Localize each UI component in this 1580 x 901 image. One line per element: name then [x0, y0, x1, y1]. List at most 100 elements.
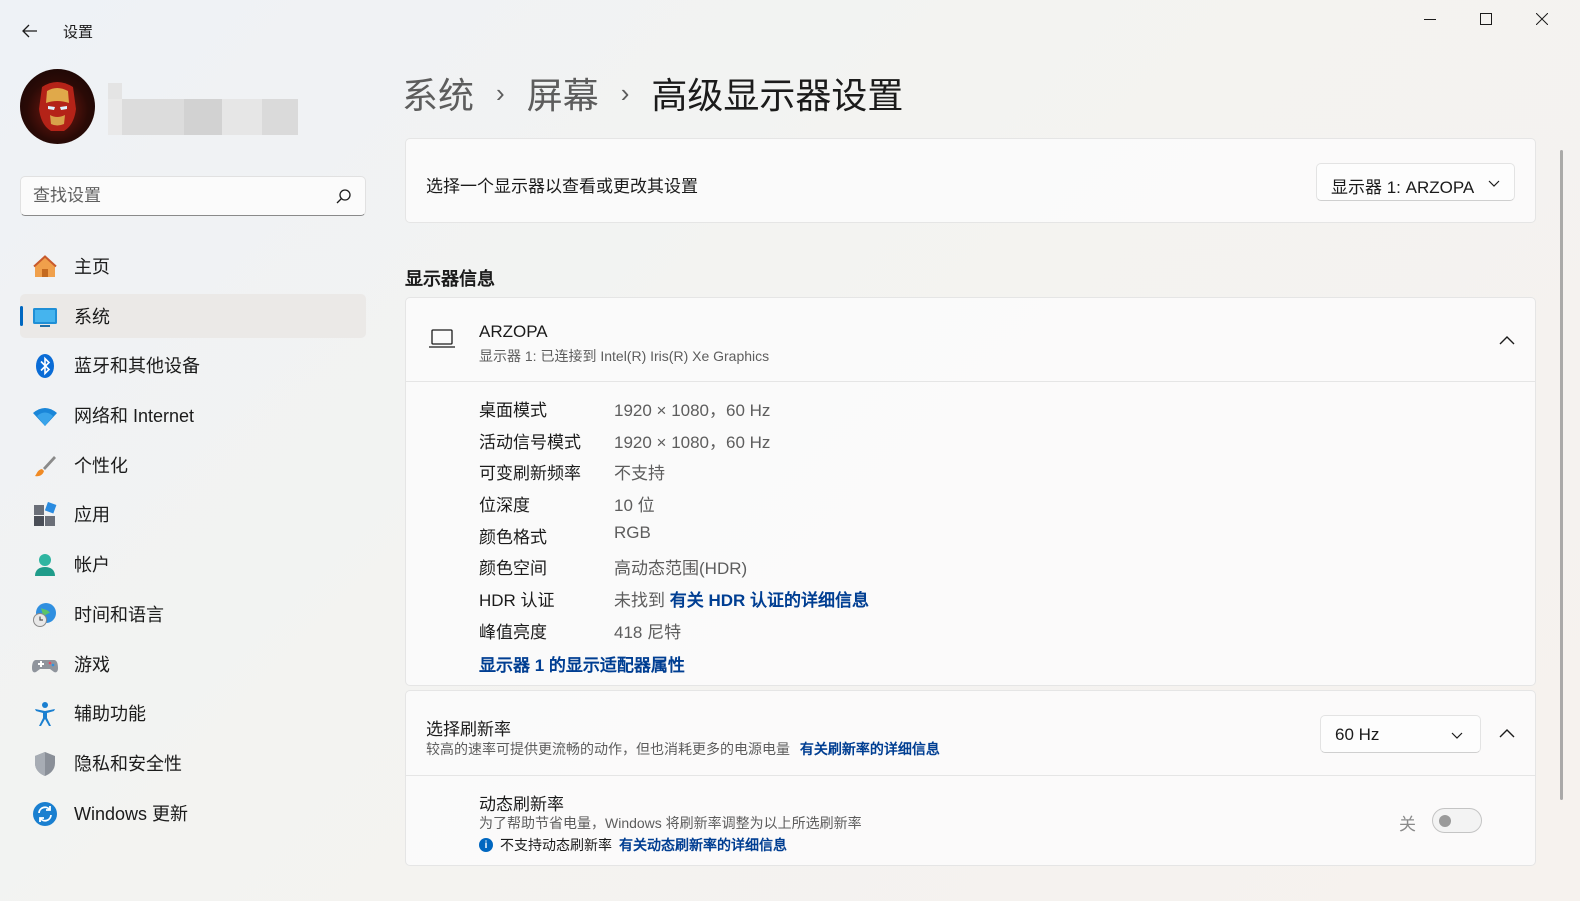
sidebar-item-network[interactable]: 网络和 Internet	[20, 393, 366, 437]
dynamic-refresh-description: 为了帮助节省电量，Windows 将刷新率调整为以上所选刷新率	[479, 815, 862, 831]
chevron-up-icon[interactable]	[1497, 334, 1517, 348]
page-title: 高级显示器设置	[651, 75, 904, 116]
monitor-connection: 显示器 1: 已连接到 Intel(R) Iris(R) Xe Graphics	[479, 348, 770, 364]
info-key: HDR 认证	[479, 591, 555, 611]
system-icon	[32, 304, 58, 330]
chevron-up-icon[interactable]	[1497, 727, 1517, 741]
info-key: 颜色空间	[479, 559, 547, 579]
title-bar: 设置	[0, 0, 1580, 60]
chevron-right-icon: ›	[496, 77, 505, 108]
sidebar-item-accessibility[interactable]: 辅助功能	[20, 691, 366, 735]
sidebar-item-windows-update[interactable]: Windows 更新	[20, 791, 366, 835]
minimize-icon	[1424, 19, 1436, 20]
sidebar-item-label: 系统	[74, 306, 110, 327]
sidebar-item-personalization[interactable]: 个性化	[20, 443, 366, 487]
refresh-rate-dropdown[interactable]: 60 Hz	[1320, 715, 1481, 753]
info-value: 1920 × 1080，60 Hz	[614, 432, 771, 452]
refresh-rate-header: 选择刷新率 较高的速率可提供更流畅的动作，但也消耗更多的电源电量 有关刷新率的详…	[406, 691, 1535, 776]
sidebar-item-privacy[interactable]: 隐私和安全性	[20, 741, 366, 785]
sidebar-item-apps[interactable]: 应用	[20, 492, 366, 536]
monitor-dropdown[interactable]: 显示器 1: ARZOPA	[1316, 163, 1515, 201]
sidebar-item-label: 应用	[74, 505, 110, 526]
breadcrumb-system[interactable]: 系统	[402, 67, 474, 119]
update-icon	[32, 801, 58, 827]
wifi-icon	[32, 403, 58, 429]
section-title-display-info: 显示器信息	[405, 269, 495, 289]
info-value: 未找到 有关 HDR 认证的详细信息	[614, 586, 869, 611]
info-value: 不支持	[614, 464, 665, 484]
sidebar-item-label: 时间和语言	[74, 604, 164, 625]
laptop-icon	[429, 329, 455, 348]
time-language-icon	[32, 602, 58, 628]
display-adapter-properties-link[interactable]: 显示器 1 的显示适配器属性	[479, 651, 685, 676]
maximize-button[interactable]	[1458, 0, 1514, 38]
display-info-header[interactable]: ARZOPA 显示器 1: 已连接到 Intel(R) Iris(R) Xe G…	[406, 298, 1535, 382]
home-icon	[32, 254, 58, 280]
chevron-down-icon	[1451, 732, 1463, 739]
scrollbar[interactable]	[1560, 150, 1563, 800]
accessibility-icon	[32, 701, 58, 727]
sidebar-item-home[interactable]: 主页	[20, 244, 366, 288]
dynamic-refresh-details-link[interactable]: 有关动态刷新率的详细信息	[619, 835, 787, 855]
gamepad-icon	[32, 652, 58, 678]
back-arrow-icon	[22, 24, 37, 38]
info-key: 峰值亮度	[479, 622, 547, 642]
maximize-icon	[1480, 13, 1492, 25]
user-name-redacted	[108, 83, 298, 135]
info-key: 位深度	[479, 496, 530, 516]
info-value: 10 位	[614, 496, 655, 516]
avatar	[20, 69, 95, 144]
info-value: 高动态范围(HDR)	[614, 559, 748, 579]
sidebar-item-gaming[interactable]: 游戏	[20, 642, 366, 686]
iron-man-avatar-image	[39, 82, 76, 131]
hdr-cert-details-link[interactable]: 有关 HDR 认证的详细信息	[670, 591, 869, 610]
sidebar-item-label: 个性化	[74, 455, 128, 476]
refresh-rate-description: 较高的速率可提供更流畅的动作，但也消耗更多的电源电量 有关刷新率的详细信息	[426, 739, 940, 759]
display-info-card: ARZOPA 显示器 1: 已连接到 Intel(R) Iris(R) Xe G…	[405, 297, 1536, 686]
monitor-dropdown-value: 显示器 1: ARZOPA	[1331, 178, 1475, 197]
minimize-button[interactable]	[1402, 0, 1458, 38]
account-icon	[32, 552, 58, 578]
sidebar-item-bluetooth[interactable]: 蓝牙和其他设备	[20, 343, 366, 387]
refresh-rate-value: 60 Hz	[1335, 725, 1380, 744]
sidebar-item-label: 帐户	[74, 555, 110, 576]
sidebar-item-label: 隐私和安全性	[74, 753, 182, 774]
info-key: 颜色格式	[479, 527, 547, 547]
sidebar-item-label: 蓝牙和其他设备	[74, 356, 200, 377]
monitor-select-card: 选择一个显示器以查看或更改其设置 显示器 1: ARZOPA	[405, 138, 1536, 223]
search-icon[interactable]	[335, 188, 353, 206]
shield-icon	[32, 751, 58, 777]
dynamic-refresh-toggle[interactable]	[1432, 808, 1482, 833]
breadcrumb-display[interactable]: 屏幕	[527, 67, 599, 119]
sidebar-item-label: 网络和 Internet	[74, 406, 195, 427]
toggle-state-label: 关	[1399, 815, 1416, 834]
bluetooth-icon	[32, 353, 58, 379]
dynamic-refresh-title: 动态刷新率	[479, 795, 564, 814]
dynamic-refresh-note-text: 不支持动态刷新率	[500, 837, 612, 853]
search-input[interactable]	[33, 185, 323, 207]
back-button[interactable]	[14, 16, 46, 46]
monitor-name: ARZOPA	[479, 322, 548, 341]
sidebar-item-label: 游戏	[74, 654, 110, 675]
app-title: 设置	[63, 24, 94, 41]
refresh-rate-details-link[interactable]: 有关刷新率的详细信息	[800, 741, 940, 757]
info-icon: i	[479, 838, 493, 852]
dynamic-refresh-note: i 不支持动态刷新率 有关动态刷新率的详细信息	[479, 835, 787, 855]
refresh-rate-title: 选择刷新率	[426, 720, 511, 739]
info-value: 418 尼特	[614, 622, 682, 642]
sidebar-item-label: 辅助功能	[74, 704, 146, 725]
sidebar-item-system[interactable]: 系统	[20, 293, 366, 338]
sidebar-item-accounts[interactable]: 帐户	[20, 542, 366, 586]
chevron-down-icon	[1488, 180, 1500, 187]
info-key: 可变刷新频率	[479, 464, 581, 484]
brush-icon	[32, 453, 58, 479]
refresh-rate-desc-text: 较高的速率可提供更流畅的动作，但也消耗更多的电源电量	[426, 741, 790, 757]
sidebar-item-time-language[interactable]: 时间和语言	[20, 592, 366, 636]
info-key: 桌面模式	[479, 401, 547, 420]
refresh-rate-card: 选择刷新率 较高的速率可提供更流畅的动作，但也消耗更多的电源电量 有关刷新率的详…	[405, 690, 1536, 866]
close-button[interactable]	[1514, 0, 1570, 38]
search-box[interactable]	[20, 176, 366, 216]
monitor-select-label: 选择一个显示器以查看或更改其设置	[426, 177, 698, 196]
info-key: 活动信号模式	[479, 432, 581, 452]
sidebar-nav: 主页 系统 蓝牙和其他设备 网络和 Internet 个性化 应用 帐户 时间和…	[20, 244, 366, 840]
